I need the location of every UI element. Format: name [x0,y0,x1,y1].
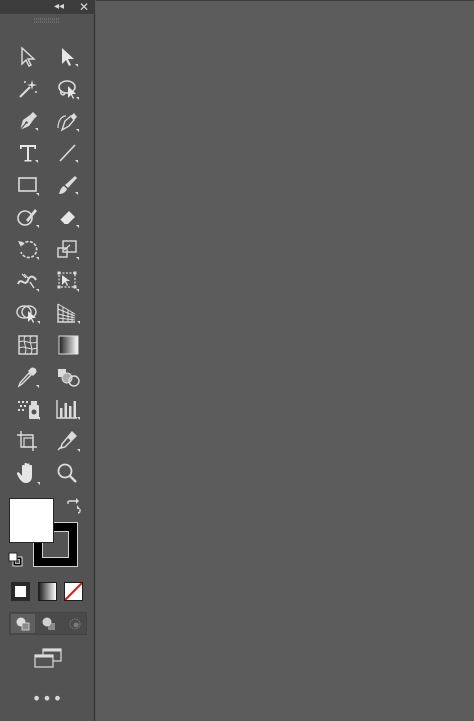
none-slash-icon [65,583,82,600]
rotate-tool[interactable] [12,235,44,263]
app-window: ◂◂ ✕ ••• [0,0,474,721]
free-transform-tool-icon [57,271,79,292]
zoom-tool[interactable] [52,459,84,487]
gradient-tool[interactable] [52,331,84,359]
perspective-grid-tool-icon [57,303,80,324]
hand-tool-icon [16,462,40,485]
magic-wand-tool-icon [19,80,37,98]
column-graph-tool-icon [56,400,80,420]
curvature-tool-icon [57,113,79,132]
change-screen-mode-button[interactable] [32,646,64,670]
collapse-panel-button[interactable]: ◂◂ [52,0,66,14]
panel-header[interactable]: ◂◂ ✕ [0,0,95,14]
zoom-tool-icon [57,463,77,483]
lasso-tool[interactable] [52,75,84,103]
gradient-tool-icon [58,335,79,355]
color-mode-swatch [15,586,26,597]
gradient-mode-button[interactable] [38,582,57,601]
free-transform-tool[interactable] [52,267,84,295]
paintbrush-tool-icon [59,176,78,195]
slice-tool-icon [57,430,80,452]
magic-wand-tool[interactable] [12,75,44,103]
shape-builder-tool-icon [16,305,40,324]
shape-builder-tool[interactable] [12,299,44,327]
mesh-tool-icon [18,335,38,355]
draw-behind-button[interactable] [37,614,61,633]
blend-tool[interactable] [52,363,84,391]
panel-grip-icon[interactable] [34,18,60,23]
draw-inside-button[interactable] [63,614,87,633]
swap-arrows-icon [67,498,81,514]
width-tool[interactable] [12,267,44,295]
pen-tool[interactable] [12,107,44,135]
paintbrush-tool[interactable] [52,171,84,199]
default-fill-stroke-button[interactable] [6,550,26,570]
document-canvas[interactable] [96,0,474,721]
color-mode-button[interactable] [11,582,30,601]
none-mode-button[interactable] [64,582,83,601]
draw-normal-icon [16,617,30,630]
fill-color-swatch[interactable] [9,498,54,543]
slice-tool[interactable] [52,427,84,455]
direct-selection-tool-icon [62,48,78,67]
symbol-sprayer-tool-icon [18,401,40,420]
gradient-mode-swatch [39,583,56,600]
type-tool-icon [20,145,38,163]
screen-mode-icon [34,648,62,668]
artboard-tool[interactable] [12,427,44,455]
column-graph-tool[interactable] [52,395,84,423]
line-segment-tool-icon [59,144,78,163]
scale-tool[interactable] [52,235,84,263]
draw-normal-button[interactable] [11,614,35,633]
drawing-modes-group [9,612,87,635]
blend-tool-icon [58,369,80,387]
tools-panel: ◂◂ ✕ ••• [0,0,95,721]
mesh-tool[interactable] [12,331,44,359]
shaper-tool-icon [17,209,39,228]
perspective-grid-tool[interactable] [52,299,84,327]
rotate-tool-icon [18,240,39,260]
width-tool-icon [17,273,39,292]
close-panel-button[interactable]: ✕ [77,0,91,14]
direct-selection-tool[interactable] [52,43,84,71]
swap-fill-stroke-button[interactable] [64,497,84,517]
type-tool[interactable] [12,139,44,167]
eraser-tool-icon [59,211,79,228]
edit-toolbar-button[interactable]: ••• [0,689,95,709]
eraser-tool[interactable] [52,203,84,231]
rectangle-tool[interactable] [12,171,44,199]
shaper-tool[interactable] [12,203,44,231]
artboard-tool-icon [17,431,37,451]
eyedropper-tool[interactable] [12,363,44,391]
rectangle-tool-icon [18,177,39,196]
line-segment-tool[interactable] [52,139,84,167]
draw-behind-icon [42,617,55,630]
lasso-tool-icon [58,80,79,100]
selection-tool-icon [21,46,36,67]
eyedropper-tool-icon [17,367,39,388]
symbol-sprayer-tool[interactable] [12,395,44,423]
hand-tool[interactable] [12,459,44,487]
scale-tool-icon [57,240,79,260]
pen-tool-icon [19,112,38,131]
default-colors-icon [8,552,23,567]
selection-tool[interactable] [12,43,44,71]
draw-inside-icon [69,618,81,629]
curvature-tool[interactable] [52,107,84,135]
